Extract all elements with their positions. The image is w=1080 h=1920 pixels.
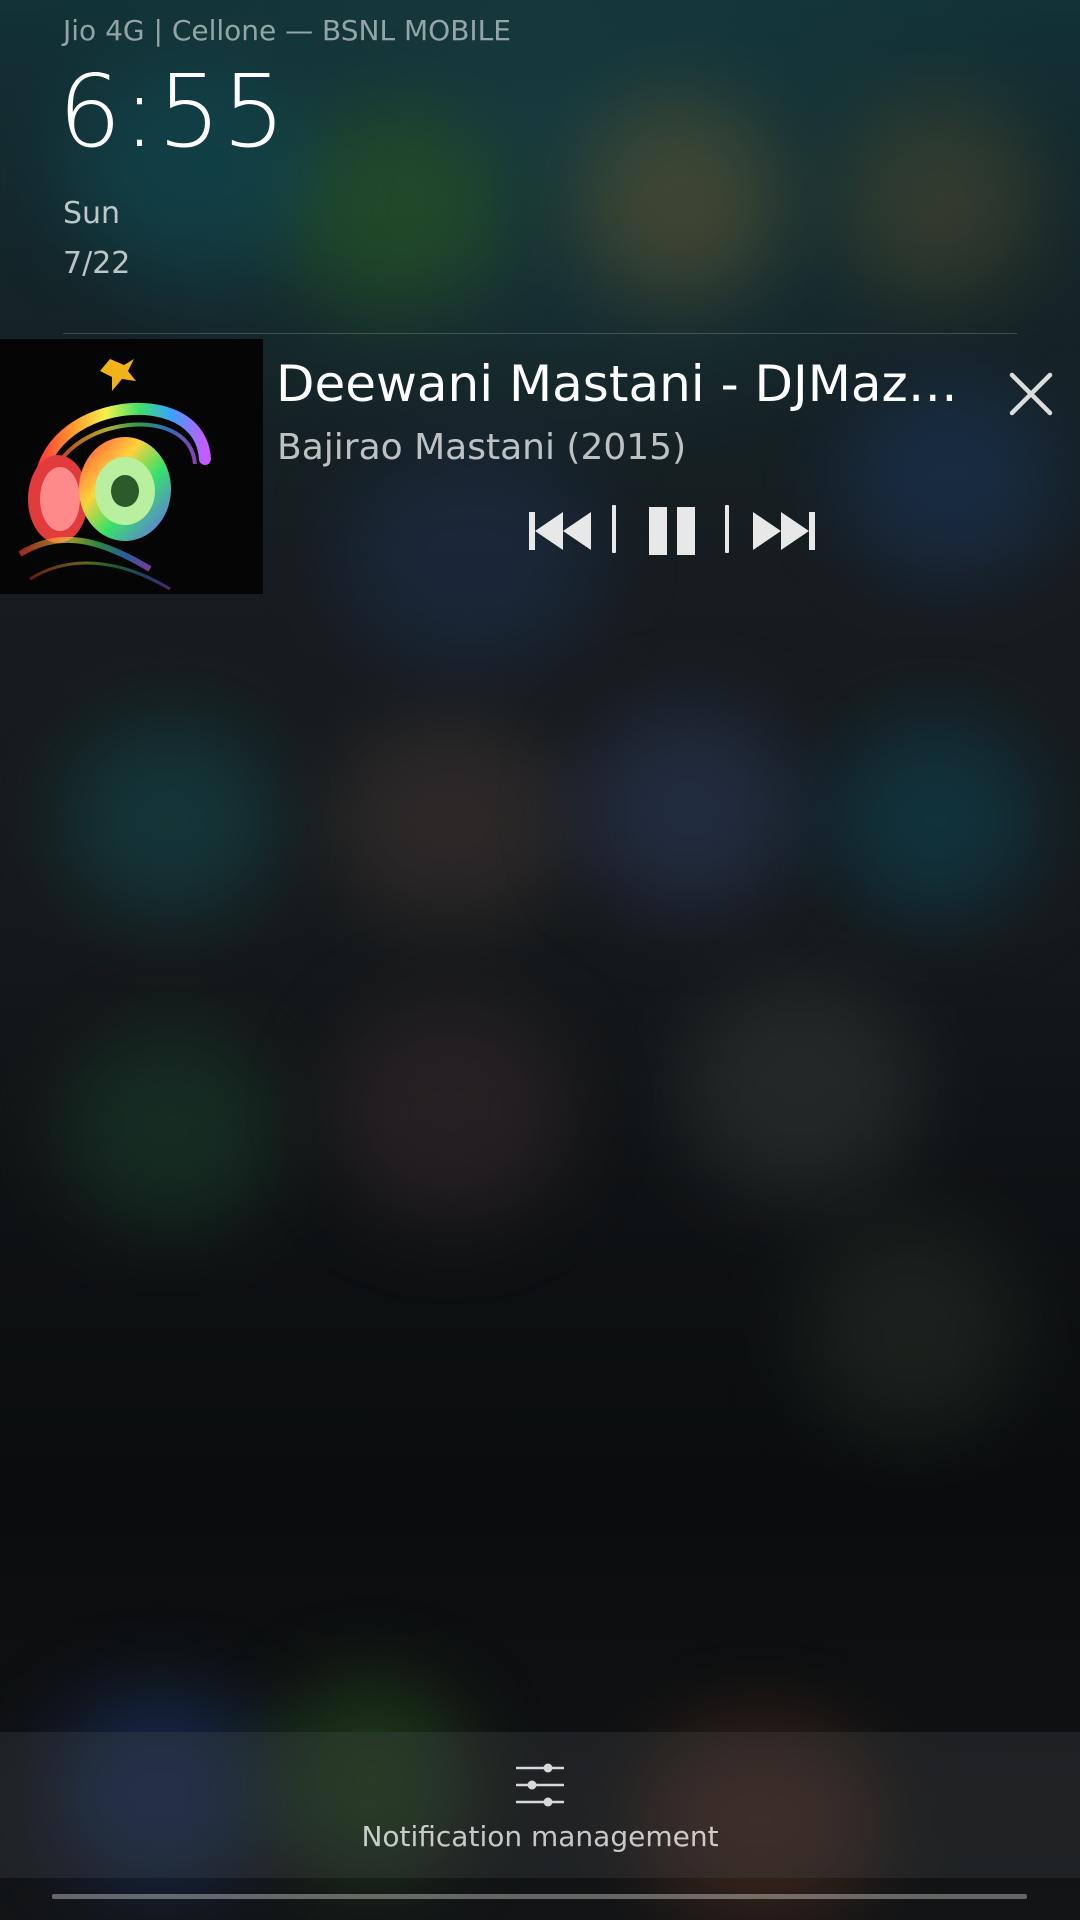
pause-icon — [649, 507, 695, 555]
notification-management-button[interactable]: Notification management — [0, 1732, 1080, 1878]
wallpaper-blur-blob — [840, 100, 1040, 300]
wallpaper-blur-blob — [330, 720, 570, 920]
wallpaper-blur-blob — [580, 100, 780, 300]
wallpaper-blur-blob — [580, 710, 800, 910]
close-icon — [1009, 372, 1053, 416]
song-album: Bajirao Mastani (2015) — [277, 427, 687, 468]
wallpaper-blur-blob — [330, 1000, 570, 1220]
wallpaper-blur-blob — [800, 1220, 1020, 1440]
media-notification[interactable]: Deewani Mastani - DJMaza.I… Bajirao Mast… — [0, 339, 1080, 594]
bottom-bar: Notification management — [0, 1732, 1080, 1878]
notification-management-label: Notification management — [361, 1820, 719, 1853]
next-icon — [753, 512, 815, 550]
control-separator — [725, 505, 729, 553]
previous-icon — [529, 512, 591, 550]
pause-button[interactable] — [644, 501, 700, 561]
previous-button[interactable] — [528, 501, 592, 561]
wallpaper-blur-blob — [680, 980, 920, 1200]
carrier-label: Jio 4G | Cellone — BSNL MOBILE — [63, 14, 511, 47]
wallpaper-blur-blob — [830, 720, 1040, 920]
sliders-icon — [516, 1763, 564, 1807]
control-separator — [612, 505, 616, 553]
wallpaper-blur-blob — [60, 1030, 280, 1230]
blurred-wallpaper-background — [0, 0, 1080, 1920]
album-art — [0, 339, 263, 594]
song-title: Deewani Mastani - DJMaza.I… — [276, 355, 981, 413]
next-button[interactable] — [752, 501, 816, 561]
rainbow-headphones-artwork — [0, 339, 263, 594]
home-indicator[interactable] — [52, 1894, 1027, 1899]
wallpaper-blur-blob — [60, 720, 280, 920]
lockscreen-clock: 6:55 — [58, 53, 287, 170]
lockscreen-day: Sun — [63, 196, 121, 231]
playback-controls — [520, 501, 820, 561]
header-divider — [63, 333, 1017, 334]
lockscreen-date: 7/22 — [63, 246, 131, 281]
close-notification-button[interactable] — [1000, 363, 1062, 425]
